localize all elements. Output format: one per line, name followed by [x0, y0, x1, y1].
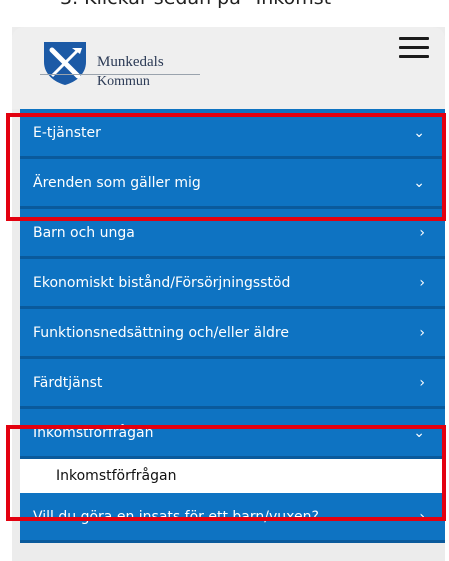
menu-item-fardtjanst[interactable]: Färdtjänst ›	[20, 359, 445, 409]
mobile-viewport: Munkedals Kommun E-tjänster ⌄ Ärenden so…	[12, 27, 445, 561]
menu-item-barn-och-unga[interactable]: Barn och unga ›	[20, 209, 445, 259]
menu-item-funktionsnedsattning[interactable]: Funktionsnedsättning och/eller äldre ›	[20, 309, 445, 359]
chevron-right-icon: ›	[419, 508, 425, 525]
coat-of-arms-icon	[44, 42, 86, 85]
menu-item-vill-du-gora-en-insats[interactable]: Vill du göra en insats för ett barn/vuxe…	[20, 493, 445, 543]
hamburger-icon[interactable]	[399, 37, 429, 61]
instruction-caption: 3. Klickar sedan på "Inkomst	[60, 0, 331, 9]
menu-item-arenden-som-galler-mig[interactable]: Ärenden som gäller mig ⌄	[20, 159, 445, 209]
submenu-item-inkomstforfragan[interactable]: Inkomstförfrågan	[20, 459, 445, 493]
menu-item-label: Ekonomiskt bistånd/Försörjningsstöd	[33, 274, 291, 291]
menu-item-inkomstforfragan[interactable]: Inkomstförfrågan ⌄	[20, 409, 445, 459]
logo-text-line1: Munkedals	[97, 54, 164, 70]
chevron-right-icon: ›	[419, 324, 425, 341]
menu-item-ekonomiskt-bistand[interactable]: Ekonomiskt bistånd/Försörjningsstöd ›	[20, 259, 445, 309]
menu-item-label: Ärenden som gäller mig	[33, 174, 201, 191]
chevron-right-icon: ›	[419, 274, 425, 291]
main-menu: E-tjänster ⌄ Ärenden som gäller mig ⌄ Ba…	[20, 109, 445, 543]
menu-item-label: Funktionsnedsättning och/eller äldre	[33, 324, 289, 341]
municipality-logo[interactable]: Munkedals Kommun	[40, 40, 220, 100]
site-header: Munkedals Kommun	[12, 27, 445, 109]
menu-item-label: E-tjänster	[33, 124, 101, 141]
menu-item-label: Färdtjänst	[33, 374, 103, 391]
menu-item-label: Vill du göra en insats för ett barn/vuxe…	[33, 508, 319, 525]
logo-text-line2: Kommun	[97, 74, 150, 89]
menu-item-e-tjanster[interactable]: E-tjänster ⌄	[20, 109, 445, 159]
chevron-right-icon: ›	[419, 374, 425, 391]
chevron-down-icon: ⌄	[413, 174, 425, 191]
chevron-down-icon: ⌄	[413, 424, 425, 441]
chevron-right-icon: ›	[419, 224, 425, 241]
menu-item-label: Barn och unga	[33, 224, 135, 241]
chevron-down-icon: ⌄	[413, 124, 425, 141]
menu-item-label: Inkomstförfrågan	[33, 424, 154, 441]
